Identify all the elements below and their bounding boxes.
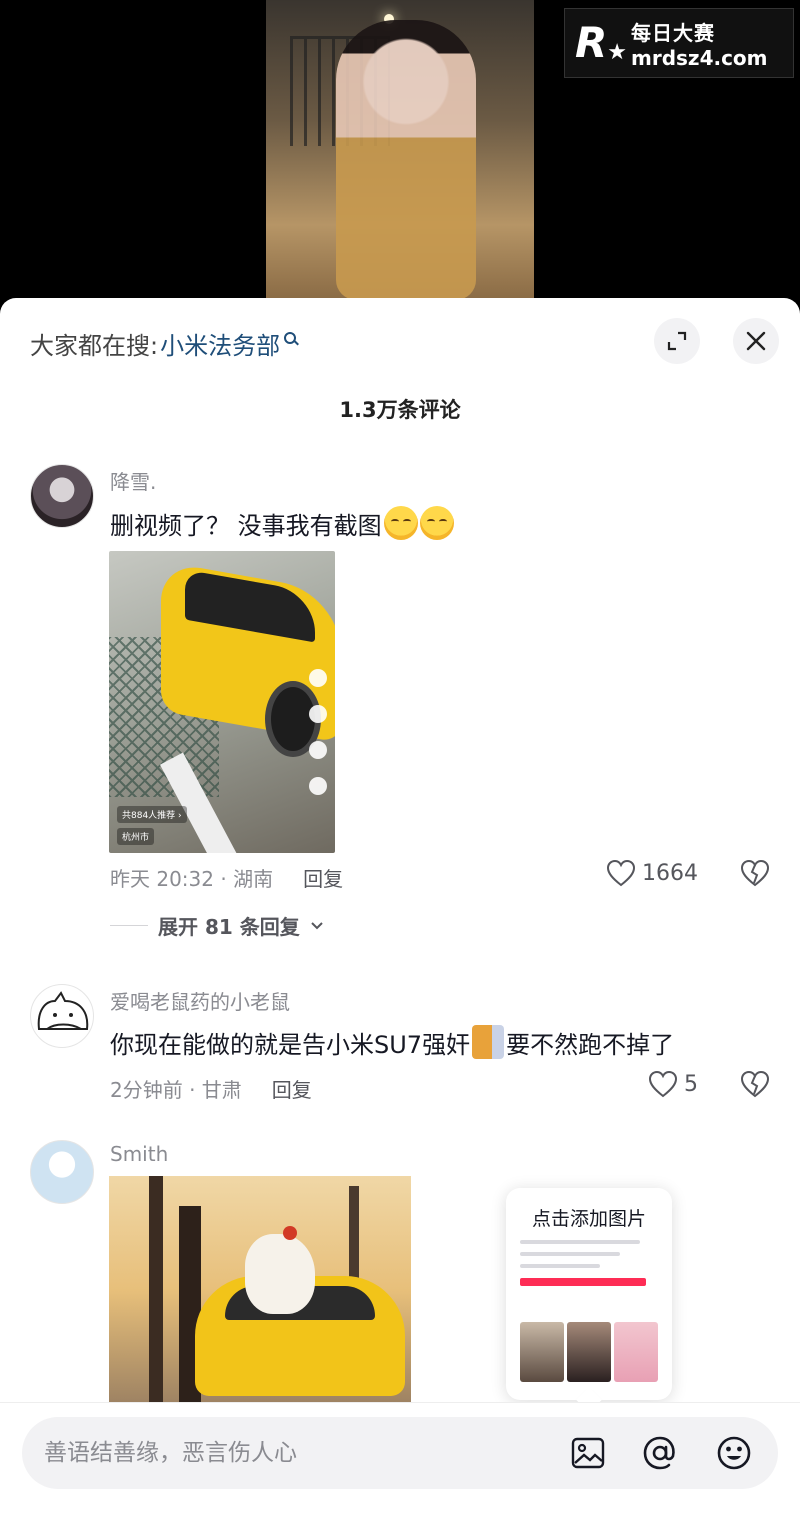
- like-count: 5: [684, 1071, 698, 1097]
- comment-count: 1.3万条评论: [339, 398, 461, 422]
- rooster: [245, 1226, 315, 1314]
- comment-image[interactable]: 共884人推荐 › 杭州市: [109, 551, 335, 853]
- dislike-button[interactable]: [740, 1070, 770, 1102]
- search-icon: [284, 331, 297, 344]
- image-side-icons: [305, 669, 331, 795]
- comment-username[interactable]: 爱喝老鼠药的小老鼠: [110, 986, 290, 1015]
- reply-button[interactable]: 回复: [303, 863, 343, 892]
- close-button[interactable]: [733, 318, 779, 364]
- heart-icon: [648, 1070, 678, 1098]
- comment-text: 你现在能做的就是告小米SU7强奸 要不然跑不掉了: [110, 1025, 674, 1060]
- mention-button[interactable]: [640, 1433, 680, 1473]
- image-icon: [571, 1437, 605, 1469]
- relieved-face-emoji: [383, 506, 418, 540]
- add-image-popup[interactable]: 点击添加图片: [506, 1188, 672, 1413]
- expand-replies-label: 展开 81 条回复: [158, 915, 300, 939]
- comment-time-location: 2分钟前 · 甘肃: [110, 1078, 242, 1102]
- comment-input[interactable]: [44, 1417, 564, 1489]
- trending-search[interactable]: 大家都在搜: 小米法务部: [30, 326, 297, 361]
- expand-replies-button[interactable]: 展开 81 条回复: [110, 911, 324, 940]
- reply-button[interactable]: 回复: [272, 1074, 312, 1103]
- relieved-face-emoji: [419, 506, 454, 540]
- comment-input-bar: [0, 1402, 800, 1519]
- heart-icon: [606, 859, 636, 887]
- watermark-domain: mrdsz4.com: [631, 45, 768, 70]
- comment-username[interactable]: 降雪.: [110, 466, 156, 495]
- comment-sheet: 大家都在搜: 小米法务部 1.3万条评论 降雪. 删视频了？ 没事我有截图 共8…: [0, 298, 800, 1519]
- avatar[interactable]: [30, 1140, 94, 1204]
- dislike-button[interactable]: [740, 859, 770, 891]
- like-button[interactable]: 5: [648, 1070, 698, 1098]
- expand-icon: [667, 331, 687, 351]
- trending-search-keyword[interactable]: 小米法务部: [160, 326, 280, 361]
- comment-username[interactable]: Smith: [110, 1142, 168, 1166]
- close-icon: [746, 331, 766, 351]
- comment-text: 删视频了？ 没事我有截图: [110, 506, 454, 541]
- trending-search-prefix: 大家都在搜:: [30, 332, 159, 360]
- expand-button[interactable]: [654, 318, 700, 364]
- like-count: 1664: [642, 860, 698, 886]
- video-frame: [266, 0, 534, 300]
- add-image-preview: [520, 1240, 660, 1388]
- add-image-popup-title: 点击添加图片: [531, 1208, 646, 1230]
- at-sign-icon: [643, 1436, 675, 1470]
- comment-input-container: [22, 1417, 778, 1489]
- cat-sticker-emoji: [472, 1025, 505, 1059]
- video-player[interactable]: R ★ 每日大赛 mrdsz4.com: [0, 0, 800, 300]
- emoji-button[interactable]: [714, 1433, 754, 1473]
- image-recommend-tag: 共884人推荐 ›: [117, 806, 187, 823]
- add-image-button[interactable]: [568, 1433, 608, 1473]
- like-button[interactable]: 1664: [606, 859, 698, 887]
- comment-time-location: 昨天 20:32 · 湖南: [110, 867, 274, 891]
- broken-heart-icon: [740, 1070, 770, 1098]
- comment-image[interactable]: [109, 1176, 411, 1406]
- watermark-title: 每日大赛: [631, 20, 715, 45]
- image-location-tag: 杭州市: [117, 828, 155, 845]
- cat-avatar-icon: [37, 991, 89, 1030]
- video-performer: [336, 20, 476, 300]
- avatar[interactable]: [30, 984, 94, 1048]
- broken-heart-icon: [740, 859, 770, 887]
- comment-meta: 2分钟前 · 甘肃 回复: [110, 1074, 312, 1103]
- site-watermark: R ★ 每日大赛 mrdsz4.com: [564, 8, 794, 78]
- comment-meta: 昨天 20:32 · 湖南 回复: [110, 863, 343, 892]
- avatar[interactable]: [30, 464, 94, 528]
- smiley-icon: [717, 1436, 751, 1470]
- chevron-down-icon: [311, 921, 323, 929]
- watermark-logo: R ★: [575, 18, 627, 67]
